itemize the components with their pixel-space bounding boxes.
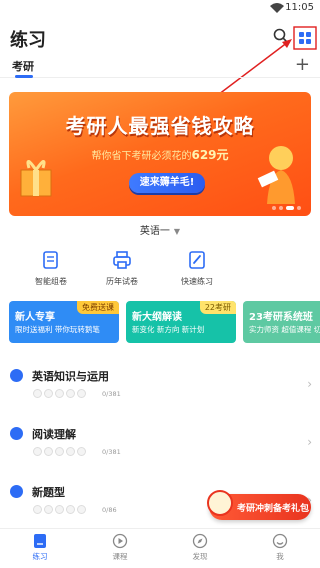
tool-past-papers[interactable]: 历年试卷 <box>87 250 157 287</box>
nav-practice[interactable]: 练习 <box>10 533 70 562</box>
profile-icon <box>272 533 288 549</box>
smart-paper-icon <box>43 251 58 269</box>
tool-row: 智能组卷 历年试卷 快速练习 <box>0 250 320 292</box>
progress-stars <box>33 389 86 398</box>
tool-smart-paper[interactable]: 智能组卷 <box>16 250 86 287</box>
banner-subline: 帮你省下考研必须花的629元 <box>91 148 229 162</box>
bottom-nav: 练习 课程 发现 我 <box>0 528 320 568</box>
section-title: 阅读理解 <box>32 428 76 441</box>
printer-icon <box>113 251 131 269</box>
section-title: 新题型 <box>32 486 65 499</box>
subject-selector[interactable]: 英语一 ▼ <box>0 222 320 238</box>
wifi-icon <box>270 3 284 13</box>
caret-down-icon: ▼ <box>173 227 181 236</box>
section-title: 英语知识与运用 <box>32 370 109 383</box>
chevron-right-icon: › <box>307 435 312 449</box>
progress-stars <box>33 505 86 514</box>
progress-stars <box>33 447 86 456</box>
chevron-circle-icon <box>10 369 23 382</box>
banner-headline: 考研人最强省钱攻略 <box>65 114 255 138</box>
status-bar: 11:05 <box>0 0 320 18</box>
section-count: 0/381 <box>102 448 121 456</box>
tool-quick-practice[interactable]: 快速练习 <box>162 250 232 287</box>
section-reading[interactable]: 阅读理解 0/381 › <box>0 427 320 467</box>
grid-menu-icon[interactable] <box>293 26 317 50</box>
nav-course[interactable]: 课程 <box>90 533 150 562</box>
app-header: 练习 <box>0 22 320 54</box>
promo-banner[interactable]: 考研人最强省钱攻略 帮你省下考研必须花的629元 速来薅羊毛! <box>9 92 311 216</box>
section-count: 0/381 <box>102 390 121 398</box>
practice-icon <box>34 534 46 548</box>
course-icon <box>112 533 128 549</box>
subject-value: 英语一 <box>139 226 170 237</box>
mascot-icon <box>207 490 233 516</box>
promo-card-system-class[interactable]: 23考研系统班 实力师资 超值课程 切 <box>243 301 320 343</box>
carousel-dots <box>272 206 301 210</box>
promo-card-syllabus[interactable]: 新大纲解读 新变化 新方向 新计划 22考研 <box>126 301 236 343</box>
banner-cta-button[interactable]: 速来薅羊毛! <box>129 173 205 193</box>
chevron-circle-icon <box>10 485 23 498</box>
promo-badge: 22考研 <box>199 301 236 314</box>
chevron-right-icon: › <box>307 377 312 391</box>
tab-indicator <box>15 75 33 78</box>
section-count: 0/86 <box>102 506 117 514</box>
tab-bar: 考研 + <box>0 54 320 78</box>
quick-practice-icon <box>189 251 205 269</box>
page-title: 练习 <box>10 30 46 51</box>
promo-card-newcomer[interactable]: 新人专享 限时送福利 带你玩转鹅笔 免费送课 <box>9 301 119 343</box>
floating-gift-button[interactable]: 考研冲刺备考礼包 <box>207 490 311 520</box>
nav-profile[interactable]: 我 <box>250 533 310 562</box>
promo-badge: 免费送课 <box>77 301 119 314</box>
chevron-circle-icon <box>10 427 23 440</box>
nav-discover[interactable]: 发现 <box>170 533 230 562</box>
search-icon[interactable] <box>273 28 289 44</box>
promo-cards: 新人专享 限时送福利 带你玩转鹅笔 免费送课 新大纲解读 新变化 新方向 新计划… <box>9 301 320 343</box>
add-tab-button[interactable]: + <box>295 54 310 75</box>
clock: 11:05 <box>285 2 314 13</box>
tab-kaoyan[interactable]: 考研 <box>12 58 34 74</box>
section-english-knowledge[interactable]: 英语知识与运用 0/381 › <box>0 369 320 409</box>
discover-icon <box>192 533 208 549</box>
